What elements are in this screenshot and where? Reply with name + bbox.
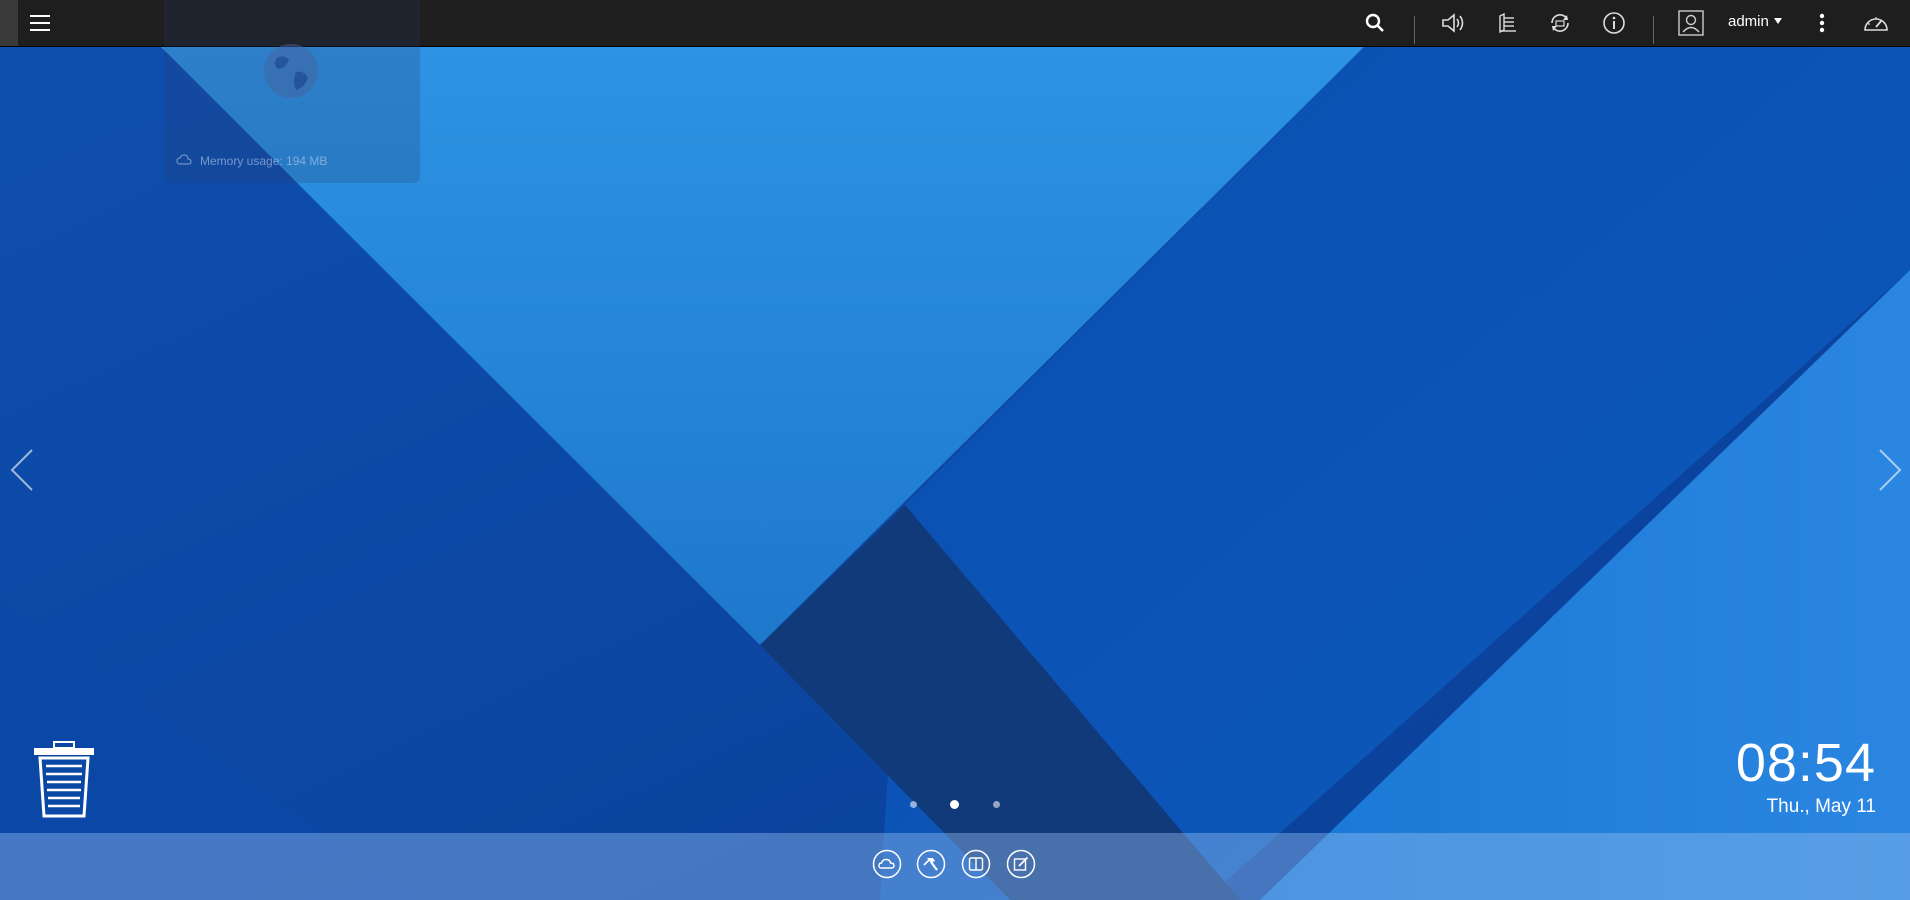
page-dot-3[interactable] <box>993 801 1000 808</box>
system-widget[interactable]: Memory usage: 194 MB <box>164 0 420 183</box>
dashboard-gauge-icon <box>1864 17 1888 31</box>
user-icon <box>1678 10 1704 36</box>
cloud-icon <box>176 154 192 165</box>
dashboard-button[interactable] <box>1858 5 1894 41</box>
user-avatar[interactable] <box>1673 5 1709 41</box>
stack-icon <box>1499 12 1516 34</box>
clock-time: 08:54 <box>1735 733 1876 793</box>
left-edge-strip <box>0 0 18 46</box>
hamburger-menu-icon <box>30 15 50 31</box>
edit-note-icon[interactable] <box>1006 849 1036 879</box>
sync-icon <box>1551 14 1569 32</box>
hammer-icon[interactable] <box>916 849 946 879</box>
page-indicator <box>905 798 1015 812</box>
recycle-bin-icon[interactable] <box>32 740 96 818</box>
dock-bar <box>0 833 1910 900</box>
chevron-down-icon <box>1774 18 1782 24</box>
user-menu[interactable]: admin <box>1728 13 1769 30</box>
background-tasks-button[interactable] <box>1489 5 1525 41</box>
previous-page-arrow[interactable] <box>4 445 44 495</box>
next-page-arrow[interactable] <box>1868 445 1908 495</box>
clock-date: Thu., May 11 <box>1766 796 1876 817</box>
globe-icon <box>264 44 318 98</box>
page-dot-1[interactable] <box>910 801 917 808</box>
book-icon[interactable] <box>961 849 991 879</box>
separator <box>1414 16 1415 44</box>
memory-usage-text: Memory usage: 194 MB <box>200 154 328 168</box>
volume-button[interactable] <box>1436 5 1472 41</box>
search-icon <box>1365 13 1384 32</box>
cloud-icon[interactable] <box>872 849 902 879</box>
separator <box>1653 16 1654 44</box>
more-options-button[interactable] <box>1804 5 1840 41</box>
search-button[interactable] <box>1357 5 1393 41</box>
info-icon <box>1603 12 1625 34</box>
info-button[interactable] <box>1596 5 1632 41</box>
sync-button[interactable] <box>1542 5 1578 41</box>
more-vertical-icon <box>1819 13 1825 33</box>
main-menu-button[interactable] <box>22 5 58 41</box>
volume-icon <box>1442 13 1464 33</box>
page-dot-2[interactable] <box>950 800 959 809</box>
